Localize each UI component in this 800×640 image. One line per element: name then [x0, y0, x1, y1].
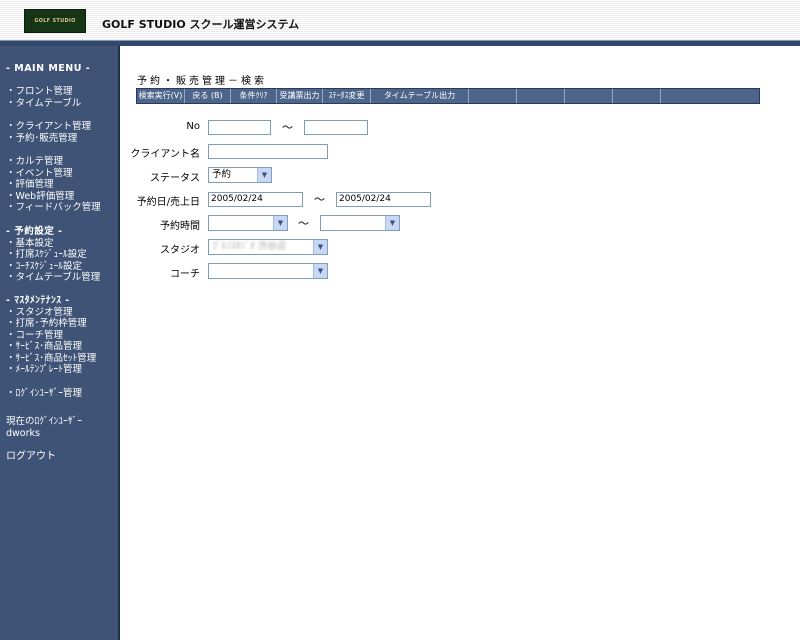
- no-from-input[interactable]: [208, 120, 271, 135]
- toolbar-empty-slot: [613, 89, 661, 103]
- main-menu-heading: - MAIN MENU -: [6, 63, 91, 74]
- client-name-label: クライアント名: [130, 149, 200, 160]
- search-execute-button[interactable]: 検索実行(V): [137, 89, 185, 103]
- sidebar-item-reservation-sales[interactable]: ・予約･販売管理: [6, 133, 77, 145]
- sidebar-item-karte[interactable]: ・カルテ管理: [6, 156, 63, 168]
- toolbar: 検索実行(V) 戻る (B) 条件ｸﾘｱ 受講票出力 ｽﾃｰﾀｽ変更 タイムテー…: [136, 88, 760, 104]
- logo: GOLF STUDIO: [24, 9, 86, 33]
- date-label: 予約日/売上日: [136, 197, 200, 208]
- range-separator: ～: [314, 193, 325, 206]
- toolbar-empty-slot: [517, 89, 565, 103]
- client-name-input[interactable]: [208, 144, 328, 159]
- coach-select[interactable]: ▼: [208, 263, 328, 279]
- time-label: 予約時間: [160, 221, 200, 232]
- sidebar-item-timetable[interactable]: ・タイムテーブル: [6, 98, 81, 110]
- studio-label: スタジオ: [160, 245, 200, 256]
- sidebar-item-mail-template[interactable]: ・ﾒｰﾙﾃﾝﾌﾟﾚｰﾄ管理: [6, 364, 82, 376]
- sidebar-item-basic-settings[interactable]: ・基本設定: [6, 238, 54, 250]
- sidebar-item-coach[interactable]: ・コーチ管理: [6, 330, 63, 342]
- sidebar-item-login-user[interactable]: ・ﾛｸﾞｲﾝﾕｰｻﾞｰ管理: [6, 388, 82, 400]
- reservation-settings-heading: - 予約設定 -: [6, 226, 63, 237]
- toolbar-empty-slot: [661, 89, 709, 103]
- sidebar-item-service-set[interactable]: ・ｻｰﾋﾞｽ･商品ｾｯﾄ管理: [6, 353, 96, 365]
- chevron-down-icon[interactable]: ▼: [273, 216, 287, 230]
- no-label: No: [186, 121, 200, 132]
- time-to-select[interactable]: ▼: [320, 215, 400, 231]
- current-user-label: 現在のﾛｸﾞｲﾝﾕｰｻﾞｰ: [6, 416, 83, 427]
- date-from-input[interactable]: 2005/02/24: [208, 192, 303, 207]
- sidebar-item-feedback[interactable]: ・フィードバック管理: [6, 202, 101, 214]
- sidebar-item-front[interactable]: ・フロント管理: [6, 86, 73, 98]
- studio-select[interactable]: ｺﾞﾙﾌｽﾀｼﾞｵ 渋谷店 ▼: [208, 239, 328, 255]
- page-title: 予約・販売管理－検索: [137, 76, 267, 87]
- sidebar-item-event[interactable]: ・イベント管理: [6, 168, 73, 180]
- status-label: ステータス: [150, 173, 200, 184]
- studio-selected-value: ｺﾞﾙﾌｽﾀｼﾞｵ 渋谷店: [212, 241, 287, 252]
- sidebar-item-evaluation[interactable]: ・評価管理: [6, 179, 54, 191]
- clear-conditions-button[interactable]: 条件ｸﾘｱ: [231, 89, 277, 103]
- sidebar-item-timetable-mgmt[interactable]: ・タイムテーブル管理: [6, 272, 100, 284]
- sidebar-item-coach-schedule[interactable]: ・ｺｰﾁｽｹｼﾞｭｰﾙ設定: [6, 261, 82, 273]
- status-change-button[interactable]: ｽﾃｰﾀｽ変更: [323, 89, 371, 103]
- status-selected-value: 予約: [212, 169, 232, 180]
- toolbar-empty-slot: [565, 89, 613, 103]
- app-title: GOLF STUDIO スクール運営システム: [102, 18, 300, 31]
- coach-label: コーチ: [170, 269, 200, 280]
- sidebar-item-client[interactable]: ・クライアント管理: [6, 121, 91, 133]
- sidebar-item-seat-schedule[interactable]: ・打席ｽｹｼﾞｭｰﾙ設定: [6, 249, 87, 261]
- range-separator: ～: [282, 121, 293, 134]
- status-select[interactable]: 予約 ▼: [208, 167, 272, 183]
- back-button[interactable]: 戻る (B): [185, 89, 231, 103]
- main-content: 予約・販売管理－検索 検索実行(V) 戻る (B) 条件ｸﾘｱ 受講票出力 ｽﾃ…: [120, 46, 800, 640]
- toolbar-empty-slot: [469, 89, 517, 103]
- logout-link[interactable]: ログアウト: [6, 451, 56, 463]
- header-bar: GOLF STUDIO GOLF STUDIO スクール運営システム: [0, 0, 800, 40]
- chevron-down-icon[interactable]: ▼: [385, 216, 399, 230]
- current-user-name: dworks: [6, 427, 40, 439]
- sidebar-item-seat-slot[interactable]: ・打席･予約枠管理: [6, 318, 87, 330]
- time-from-select[interactable]: ▼: [208, 215, 288, 231]
- date-to-input[interactable]: 2005/02/24: [336, 192, 431, 207]
- chevron-down-icon[interactable]: ▼: [257, 168, 271, 182]
- sidebar-item-studio[interactable]: ・スタジオ管理: [6, 307, 73, 319]
- sidebar: - MAIN MENU - ・フロント管理 ・タイムテーブル ・クライアント管理…: [0, 46, 118, 640]
- chevron-down-icon[interactable]: ▼: [313, 264, 327, 278]
- chevron-down-icon[interactable]: ▼: [313, 240, 327, 254]
- no-to-input[interactable]: [304, 120, 368, 135]
- sidebar-item-service-product[interactable]: ・ｻｰﾋﾞｽ･商品管理: [6, 341, 82, 353]
- sidebar-item-web-evaluation[interactable]: ・Web評価管理: [6, 191, 74, 203]
- range-separator: ～: [298, 217, 309, 230]
- master-maintenance-heading: - ﾏｽﾀﾒﾝﾃﾅﾝｽ -: [6, 295, 70, 306]
- ticket-output-button[interactable]: 受講票出力: [277, 89, 323, 103]
- timetable-output-button[interactable]: タイムテーブル出力: [371, 89, 469, 103]
